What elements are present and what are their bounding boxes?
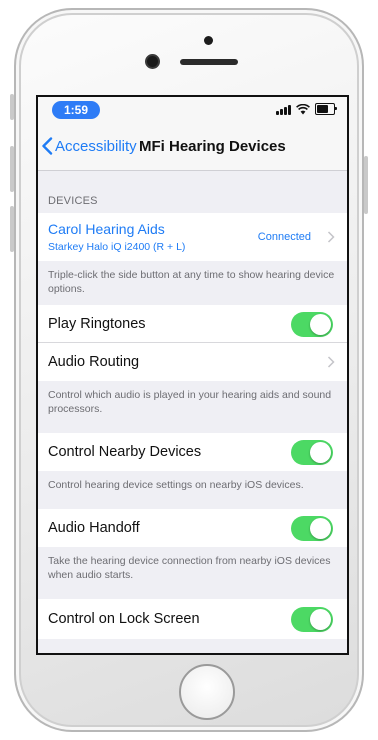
earpiece-speaker: [180, 59, 238, 65]
status-icons: [276, 103, 337, 115]
chevron-right-icon: [327, 231, 335, 243]
control-lock-screen-label: Control on Lock Screen: [48, 611, 200, 627]
chevron-right-icon: [327, 356, 335, 368]
audio-handoff-toggle[interactable]: [291, 516, 333, 541]
audio-routing-row[interactable]: Audio Routing: [38, 343, 347, 381]
home-button[interactable]: [179, 664, 235, 720]
battery-icon: [315, 103, 337, 115]
play-ringtones-toggle[interactable]: [291, 312, 333, 337]
mute-switch: [10, 94, 14, 120]
volume-down-button: [10, 206, 14, 252]
back-label: Accessibility: [55, 137, 137, 155]
wifi-icon: [296, 104, 310, 115]
control-lock-screen-row: Control on Lock Screen: [38, 599, 347, 639]
cellular-signal-icon: [276, 105, 291, 115]
device-status: Connected: [257, 231, 311, 243]
power-button: [364, 156, 368, 214]
volume-up-button: [10, 146, 14, 192]
chevron-left-icon: [42, 137, 53, 155]
device-name: Carol Hearing Aids: [48, 221, 165, 237]
devices-section-header: DEVICES: [48, 195, 98, 207]
play-ringtones-row: Play Ringtones: [38, 305, 347, 343]
play-ringtones-label: Play Ringtones: [48, 316, 146, 332]
audio-routing-footer: Control which audio is played in your he…: [48, 389, 332, 415]
navigation-bar: Accessibility MFi Hearing Devices: [38, 123, 347, 171]
device-model: Starkey Halo iQ i2400 (R + L): [48, 241, 186, 253]
audio-handoff-footer: Take the hearing device connection from …: [48, 555, 331, 581]
hearing-device-row[interactable]: Carol Hearing Aids Starkey Halo iQ i2400…: [38, 213, 347, 261]
devices-footer: Triple-click the side button at any time…: [48, 269, 335, 295]
control-nearby-devices-label: Control Nearby Devices: [48, 444, 202, 460]
control-nearby-devices-toggle[interactable]: [291, 440, 333, 465]
audio-handoff-row: Audio Handoff: [38, 509, 347, 547]
control-lock-screen-toggle[interactable]: [291, 607, 333, 632]
status-time[interactable]: 1:59: [52, 101, 101, 119]
status-bar: 1:59: [38, 97, 347, 123]
control-nearby-devices-row: Control Nearby Devices: [38, 433, 347, 471]
settings-list: DEVICES Carol Hearing Aids Starkey Halo …: [38, 171, 347, 639]
front-camera: [147, 56, 158, 67]
back-button[interactable]: Accessibility: [41, 137, 137, 155]
audio-routing-label: Audio Routing: [48, 354, 140, 370]
control-nearby-footer: Control hearing device settings on nearb…: [48, 479, 304, 491]
screen: 1:59 Accessibility MFi Hearing Devices D…: [36, 95, 349, 655]
page-title: MFi Hearing Devices: [139, 138, 286, 155]
proximity-sensor: [204, 36, 213, 45]
audio-handoff-label: Audio Handoff: [48, 520, 140, 536]
